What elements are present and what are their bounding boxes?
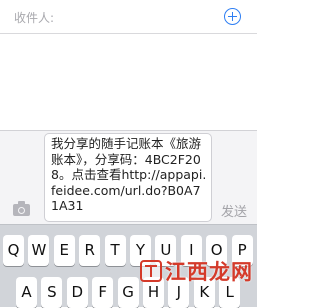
recipient-bar[interactable]: 收件人: [0, 0, 257, 34]
key-f[interactable]: F [92, 277, 114, 308]
key-t[interactable]: T [104, 235, 126, 266]
key-g[interactable]: G [117, 277, 139, 308]
watermark: 江西龙网 [140, 256, 253, 286]
key-s[interactable]: S [41, 277, 63, 308]
key-r[interactable]: R [79, 235, 101, 266]
conversation-area [0, 34, 257, 130]
recipient-label: 收件人: [14, 11, 55, 25]
compose-bar: 我分享的随手记账本《旅游账本》，分享码：4BC2F208。点击查看http://… [0, 130, 257, 224]
key-a[interactable]: A [16, 277, 37, 308]
key-e[interactable]: E [53, 235, 75, 266]
camera-icon[interactable] [13, 201, 30, 216]
key-d[interactable]: D [66, 277, 88, 308]
key-w[interactable]: W [28, 235, 50, 266]
send-button[interactable]: 发送 [221, 201, 247, 220]
key-q[interactable]: Q [3, 235, 24, 266]
watermark-logo-icon [140, 260, 162, 282]
add-recipient-icon[interactable] [224, 8, 241, 25]
message-input[interactable]: 我分享的随手记账本《旅游账本》，分享码：4BC2F208。点击查看http://… [44, 133, 212, 222]
watermark-text: 江西龙网 [165, 260, 253, 284]
